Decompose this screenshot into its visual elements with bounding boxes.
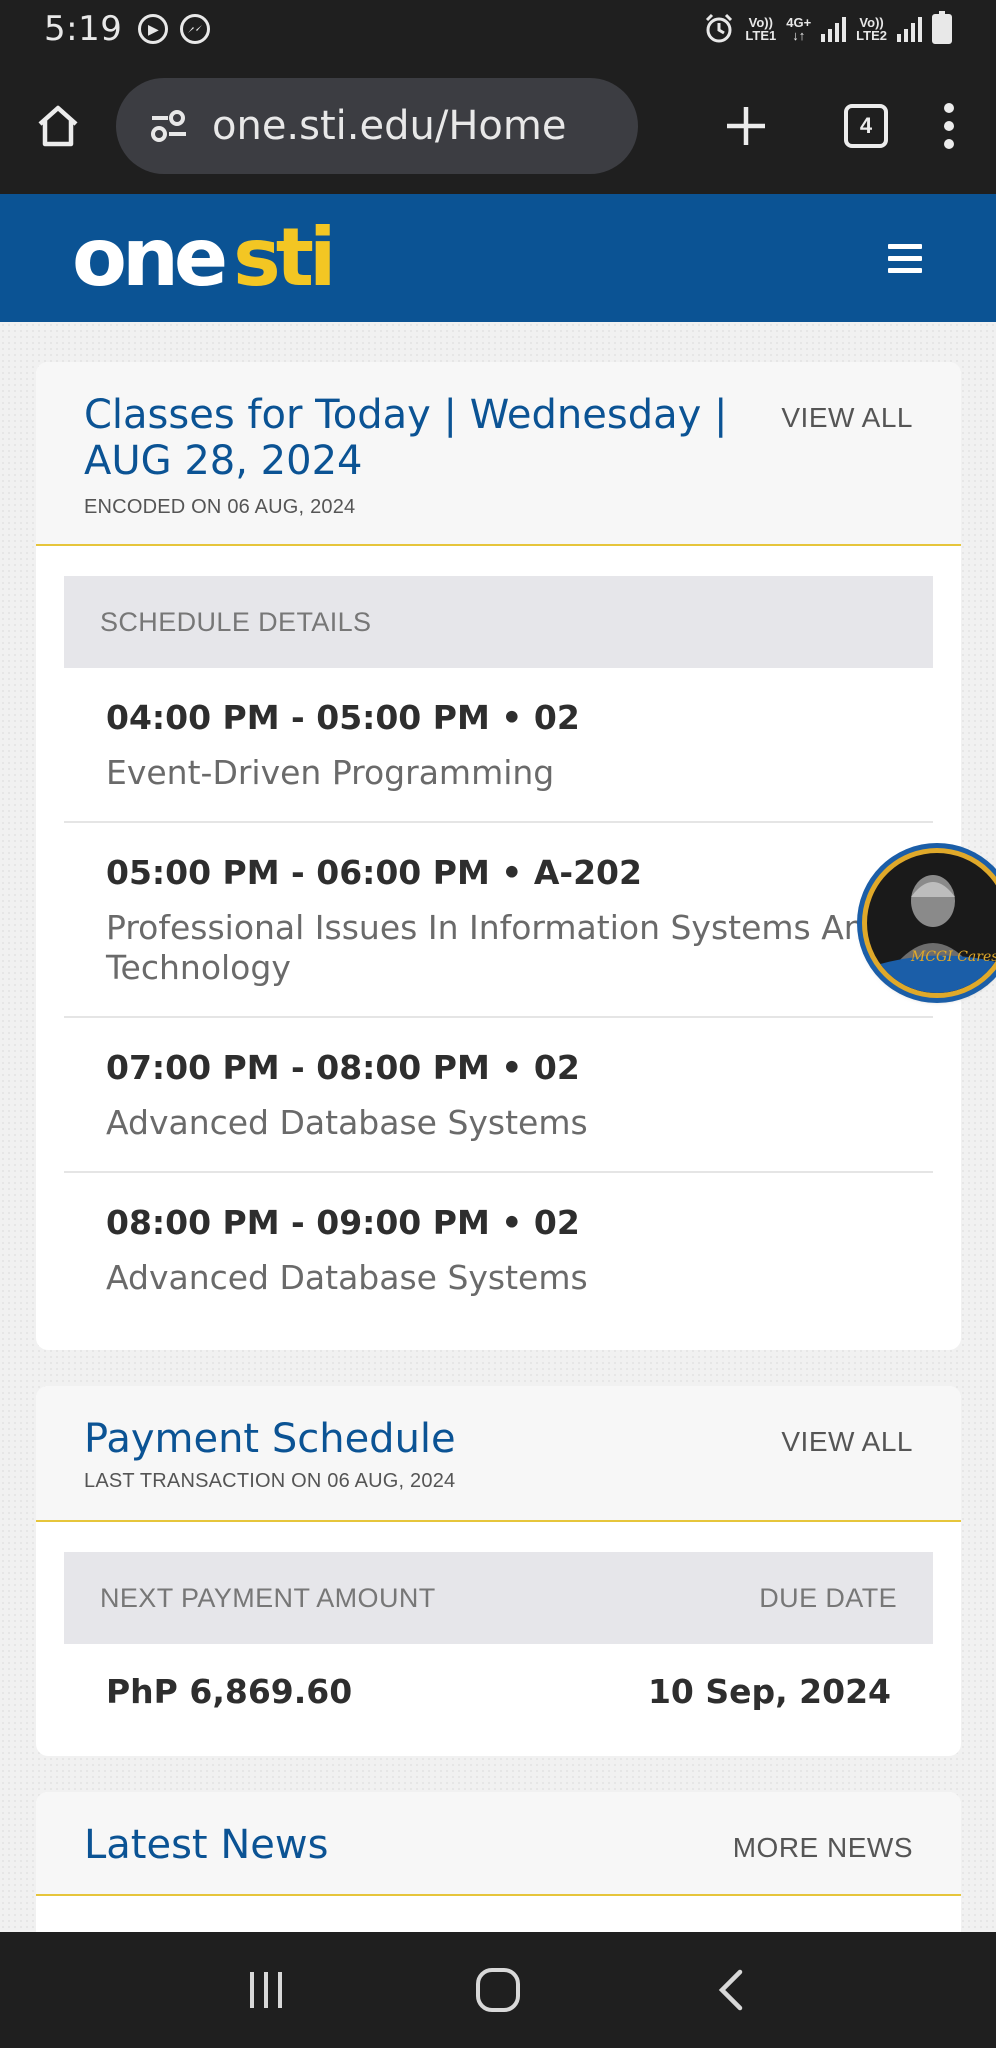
classes-view-all-link[interactable]: VIEW ALL: [781, 402, 913, 434]
network-lte2: Vo)) LTE2: [856, 15, 887, 43]
address-bar[interactable]: one.sti.edu/Home: [116, 78, 638, 174]
system-nav-bar: [0, 1932, 996, 2048]
due-date-label: DUE DATE: [759, 1582, 897, 1613]
tab-switcher-button[interactable]: 4: [844, 104, 888, 148]
hamburger-menu-icon[interactable]: [888, 243, 922, 273]
next-payment-label: NEXT PAYMENT AMOUNT: [100, 1582, 436, 1613]
portrait-icon: [867, 875, 996, 993]
schedule-subject: Event-Driven Programming: [106, 753, 555, 792]
browser-toolbar: one.sti.edu/Home 4: [0, 58, 996, 194]
news-card: Latest News MORE NEWS: [36, 1792, 961, 1932]
signal-icon: [821, 16, 847, 42]
more-news-link[interactable]: MORE NEWS: [733, 1832, 913, 1864]
payment-card: Payment Schedule LAST TRANSACTION ON 06 …: [36, 1386, 961, 1756]
status-bar: 5:19 ▶ Vo)) LTE1 4G+ ↓↑ Vo)) LTE2: [0, 0, 996, 58]
network-4g: 4G+ ↓↑: [786, 15, 812, 43]
classes-title: Classes for Today | Wednesday | AUG 28, …: [84, 392, 728, 484]
status-time: 5:19: [44, 9, 123, 49]
schedule-row: 07:00 PM - 08:00 PM • 02 Advanced Databa…: [64, 1018, 933, 1173]
schedule-time: 07:00 PM - 08:00 PM • 02: [106, 1048, 580, 1087]
schedule-time: 08:00 PM - 09:00 PM • 02: [106, 1203, 580, 1242]
onesti-logo[interactable]: one sti: [72, 218, 336, 298]
schedule-time: 05:00 PM - 06:00 PM • A-202: [106, 853, 642, 892]
schedule-subject: Advanced Database Systems: [106, 1103, 588, 1142]
schedule-subject: Professional Issues In Information Syste…: [106, 908, 886, 987]
payment-table-header: NEXT PAYMENT AMOUNT DUE DATE: [64, 1552, 933, 1644]
home-nav-icon[interactable]: [448, 1950, 548, 2030]
classes-card: Classes for Today | Wednesday | AUG 28, …: [36, 362, 961, 1350]
classes-card-header: Classes for Today | Wednesday | AUG 28, …: [36, 362, 961, 546]
schedule-table-header: SCHEDULE DETAILS: [64, 576, 933, 668]
news-title: Latest News: [84, 1822, 329, 1868]
signal-icon-2: [897, 16, 922, 42]
news-card-header: Latest News MORE NEWS: [36, 1792, 961, 1896]
alarm-icon: [703, 12, 735, 46]
payment-row: PhP 6,869.60 10 Sep, 2024: [64, 1644, 933, 1738]
recent-apps-icon[interactable]: [216, 1950, 316, 2030]
back-icon[interactable]: [680, 1950, 780, 2030]
play-notification-icon: ▶: [138, 14, 169, 44]
payment-last-transaction: LAST TRANSACTION ON 06 AUG, 2024: [84, 1470, 456, 1492]
battery-icon: [932, 11, 952, 44]
main-content: Classes for Today | Wednesday | AUG 28, …: [0, 322, 996, 1932]
network-lte1: Vo)) LTE1: [745, 15, 777, 43]
schedule-subject: Advanced Database Systems: [106, 1258, 588, 1297]
payment-amount: PhP 6,869.60: [106, 1671, 353, 1711]
home-icon[interactable]: [34, 102, 82, 150]
payment-card-header: Payment Schedule LAST TRANSACTION ON 06 …: [36, 1386, 961, 1522]
payment-due-date: 10 Sep, 2024: [647, 1671, 891, 1711]
classes-encoded-date: ENCODED ON 06 AUG, 2024: [84, 496, 356, 518]
new-tab-button[interactable]: [686, 78, 806, 174]
schedule-details-label: SCHEDULE DETAILS: [100, 606, 372, 637]
schedule-row: 08:00 PM - 09:00 PM • 02 Advanced Databa…: [64, 1173, 933, 1326]
messenger-icon: [180, 14, 211, 44]
payment-view-all-link[interactable]: VIEW ALL: [781, 1426, 913, 1458]
schedule-row: 05:00 PM - 06:00 PM • A-202 Professional…: [64, 823, 933, 1018]
url-text: one.sti.edu/Home: [212, 103, 567, 149]
badge-label: MCGI Cares: [911, 949, 996, 965]
site-settings-icon[interactable]: [150, 109, 188, 143]
site-header: one sti: [0, 194, 996, 322]
schedule-row: 04:00 PM - 05:00 PM • 02 Event-Driven Pr…: [64, 668, 933, 823]
more-menu-icon[interactable]: [944, 103, 954, 149]
schedule-time: 04:00 PM - 05:00 PM • 02: [106, 698, 580, 737]
payment-title: Payment Schedule: [84, 1416, 456, 1462]
